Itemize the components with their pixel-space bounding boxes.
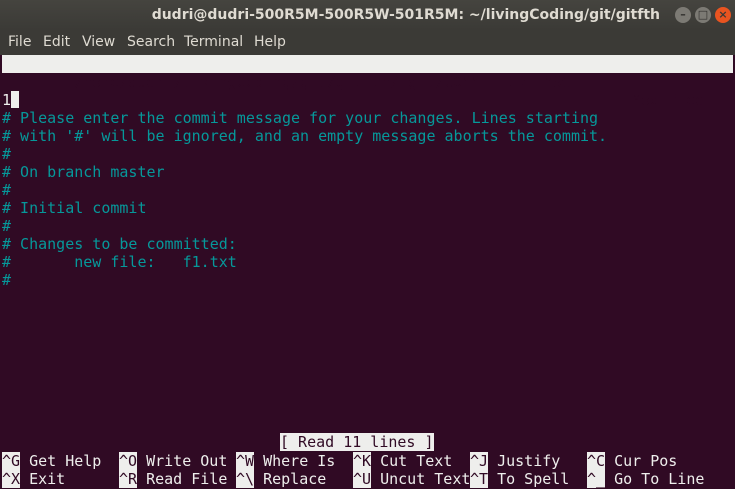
shortcut-key: ^_	[587, 470, 606, 488]
comment-line: # new file: f1.txt	[2, 253, 237, 271]
maximize-icon[interactable]: □	[695, 7, 711, 23]
shortcut-label: Get Help	[29, 452, 102, 470]
shortcut-label: Exit	[29, 470, 66, 488]
shortcut-to-spell[interactable]: ^T To Spell	[470, 470, 569, 488]
comment-line: #	[2, 217, 12, 235]
terminal-content[interactable]: /home/dudri/livingCoding/git/gitfth/.git…	[0, 55, 735, 489]
shortcut-label: To Spell	[497, 470, 570, 488]
shortcut-label: Uncut Text	[380, 470, 471, 488]
shortcut-key: ^J	[470, 452, 489, 470]
shortcut-key: ^G	[2, 452, 21, 470]
shortcut-key: ^O	[119, 452, 138, 470]
shortcut-label: Justify	[497, 452, 561, 470]
shortcut-go-to-line[interactable]: ^_ Go To Line	[587, 470, 704, 488]
nano-header: /home/dudri/livingCoding/git/gitfth/.git…	[2, 55, 733, 109]
shortcut-key: ^K	[353, 452, 372, 470]
shortcut-write-out[interactable]: ^O Write Out	[119, 452, 227, 470]
shortcut-key: ^C	[587, 452, 606, 470]
comment-line: # Please enter the commit message for yo…	[2, 109, 599, 127]
menu-edit[interactable]: Edit	[43, 34, 70, 50]
shortcut-exit[interactable]: ^X Exit	[2, 470, 65, 488]
menu-terminal[interactable]: Terminal	[184, 34, 243, 50]
typed-text: 1	[2, 91, 12, 109]
comment-line: # Changes to be committed:	[2, 235, 237, 253]
terminal-window: dudri@dudri-500R5M-500R5W-501R5M: ~/livi…	[0, 0, 735, 489]
shortcut-key: ^W	[236, 452, 255, 470]
menu-file[interactable]: File	[8, 34, 31, 50]
comment-line: #	[2, 271, 12, 289]
edit-line[interactable]: 1	[2, 91, 20, 109]
text-cursor	[11, 91, 20, 108]
comment-line: # with '#' will be ignored, and an empty…	[2, 127, 608, 145]
comment-line: # On branch master	[2, 163, 165, 181]
shortcut-key: ^X	[2, 470, 21, 488]
shortcut-label: Replace	[263, 470, 327, 488]
shortcut-read-file[interactable]: ^R Read File	[119, 470, 227, 488]
shortcut-get-help[interactable]: ^G Get Help	[2, 452, 101, 470]
shortcut-replace[interactable]: ^\ Replace	[236, 470, 326, 488]
shortcut-cur-pos[interactable]: ^C Cur Pos	[587, 452, 677, 470]
menu-bar: File Edit View Search Terminal Help	[0, 30, 735, 55]
menu-view[interactable]: View	[82, 34, 115, 50]
close-icon[interactable]: ×	[715, 7, 731, 23]
comment-line: # Initial commit	[2, 199, 147, 217]
shortcut-label: Cut Text	[380, 452, 453, 470]
shortcut-label: Write Out	[146, 452, 228, 470]
shortcut-key: ^\	[236, 470, 255, 488]
shortcut-label: Go To Line	[614, 470, 705, 488]
menu-help[interactable]: Help	[254, 34, 286, 50]
shortcut-justify[interactable]: ^J Justify	[470, 452, 560, 470]
shortcut-label: Cur Pos	[614, 452, 678, 470]
shortcut-key: ^T	[470, 470, 489, 488]
shortcut-cut-text[interactable]: ^K Cut Text	[353, 452, 452, 470]
file-path: /home/dudri/livingCoding/git/gitfth/.git…	[74, 73, 571, 91]
comment-line: #	[2, 181, 12, 199]
title-bar[interactable]: dudri@dudri-500R5M-500R5W-501R5M: ~/livi…	[0, 0, 735, 30]
modified-indicator: Modified	[632, 91, 705, 109]
shortcut-where-is[interactable]: ^W Where Is	[236, 452, 335, 470]
shortcut-key: ^R	[119, 470, 138, 488]
shortcut-uncut-text[interactable]: ^U Uncut Text	[353, 470, 470, 488]
status-message: [ Read 11 lines ]	[280, 433, 434, 451]
comment-line: #	[2, 145, 12, 163]
window-title: dudri@dudri-500R5M-500R5W-501R5M: ~/livi…	[151, 7, 660, 23]
shortcut-key: ^U	[353, 470, 372, 488]
shortcut-label: Where Is	[263, 452, 336, 470]
menu-search[interactable]: Search	[127, 34, 175, 50]
minimize-icon[interactable]: –	[675, 7, 691, 23]
shortcut-label: Read File	[146, 470, 228, 488]
